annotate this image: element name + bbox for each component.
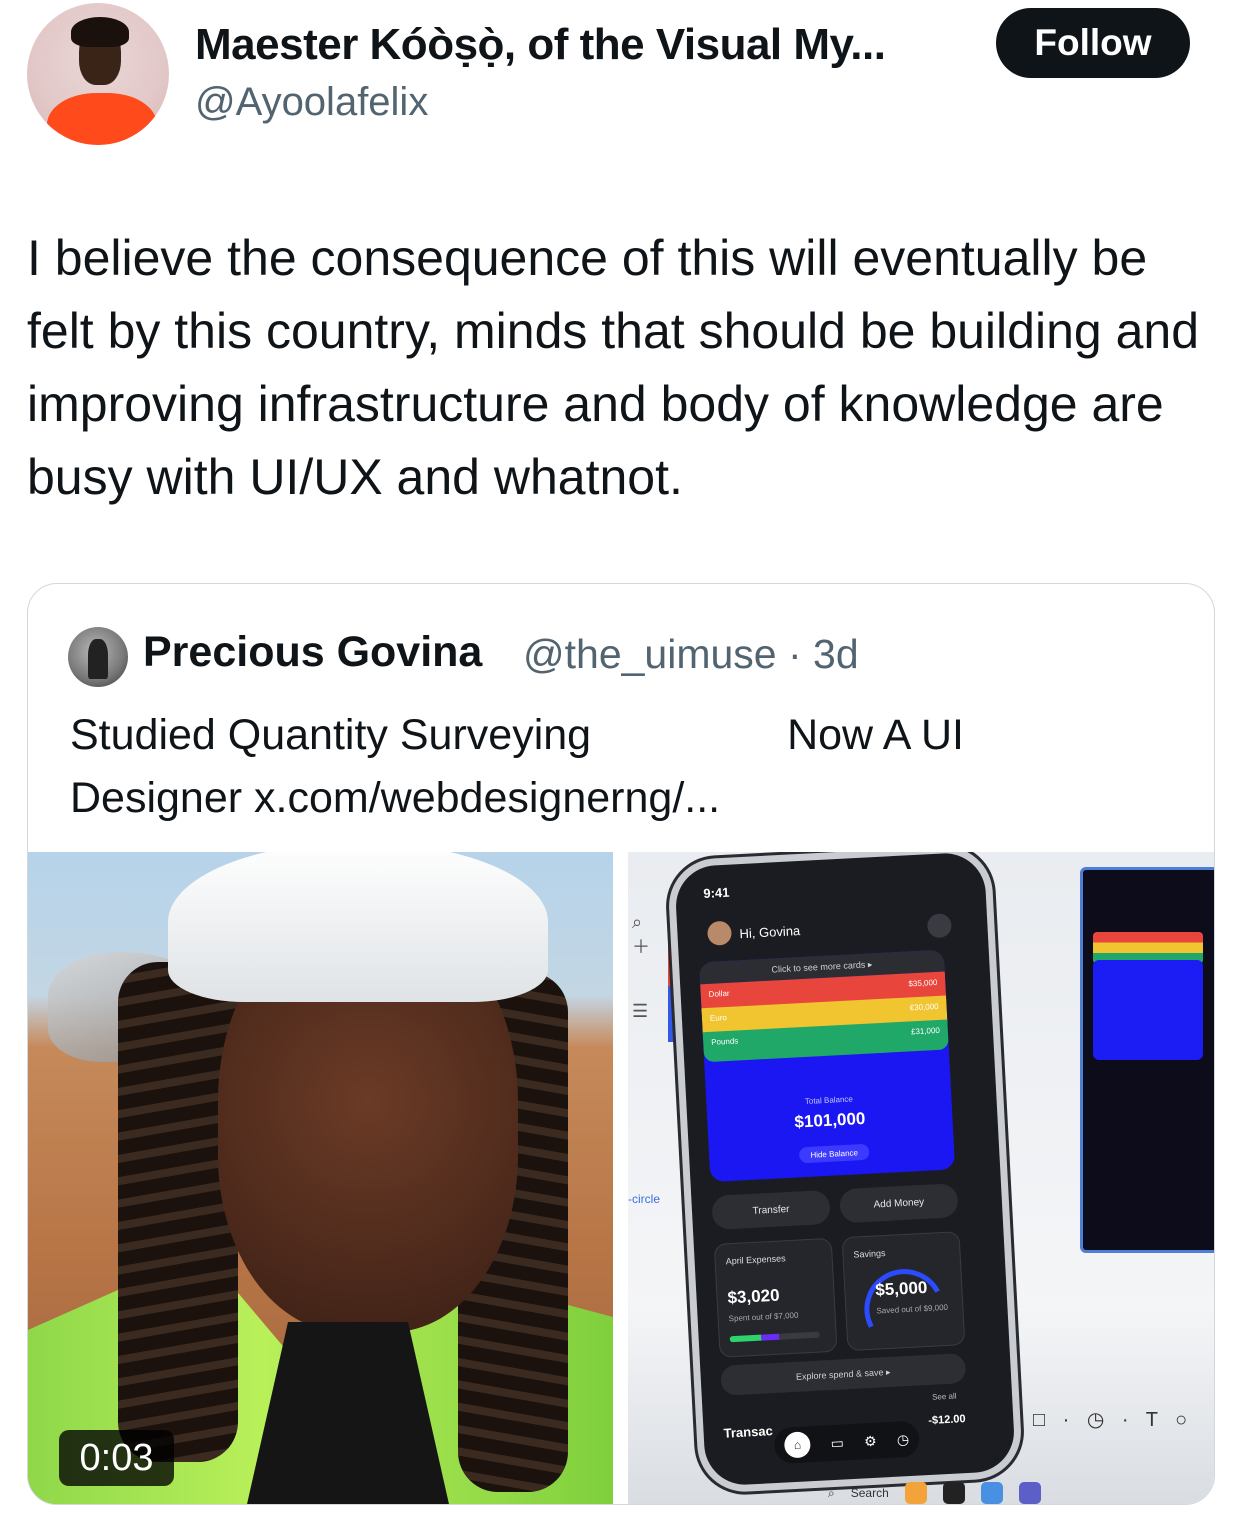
clock-icon: ◷ [896,1430,910,1448]
add-money-pill: Add Money [839,1183,959,1224]
savings-box: Savings $5,000 Saved out of $9,000 [841,1231,966,1360]
search-icon: ⌕ [828,1485,835,1500]
home-icon: ⌂ [783,1431,812,1459]
card-icon: ▭ [830,1433,845,1451]
author-handle[interactable]: @Ayoolafelix [195,80,428,125]
avatar-shirt [47,93,157,145]
side-frame-preview [1080,867,1214,1253]
folder-icon [904,1482,927,1504]
bell-icon [926,913,953,939]
phone-time: 9:41 [702,884,730,902]
canvas-circle-label: -circle [628,1192,660,1206]
phone-greeting: Hi, Govina [739,923,801,942]
video-duration-badge: 0:03 [59,1430,174,1486]
gear-icon: ⚙ [863,1432,878,1449]
quoted-tweet-text: Studied Quantity Surveying Now A UI Desig… [70,704,1070,830]
canvas-toolbar: □ · ◷ · T ○ [1033,1409,1194,1431]
app-icon [942,1482,965,1504]
hard-hat-shape [168,852,548,1002]
phone-bottom-nav: ⌂ ▭ ⚙ ◷ [773,1420,921,1465]
quoted-text-part-b: Now A UI [787,711,964,759]
see-all-text: See all [931,1391,957,1402]
author-display-name[interactable]: Maester Kóòṣọ̀, of the Visual My... [195,20,886,70]
quoted-text-line2[interactable]: Designer x.com/webdesignerng/... [70,767,1070,830]
taskbar-search-label: Search [850,1486,889,1500]
avatar-hair [71,17,129,47]
teams-icon [1018,1482,1041,1504]
phone-avatar [706,920,733,946]
author-avatar[interactable] [27,3,169,145]
tweet-text: I believe the consequence of this will e… [27,230,1199,505]
quoted-text-part-a: Studied Quantity Surveying [70,711,592,759]
quoted-tweet-card[interactable]: Precious Govina @the_uimuse · 3d Studied… [27,583,1215,1505]
phone-mockup: 9:41 Hi, Govina Click to see more cards … [666,852,1024,1495]
video-thumbnail-selfie[interactable]: 0:03 [28,852,613,1504]
follow-button[interactable]: Follow [996,8,1190,78]
transaction-amount: -$12.00 [927,1413,966,1427]
hide-balance-pill: Hide Balance [798,1143,870,1164]
quoted-media[interactable]: 0:03 ⌕ ＋ ☰ -circle 9:41 Hi, Govina Click t… [28,852,1214,1504]
transactions-label: Transac [723,1423,774,1441]
total-balance-value: $101,000 [794,1108,866,1132]
explore-pill: Explore spend & save ▸ [720,1352,967,1396]
quoted-author-avatar[interactable] [68,627,128,687]
canvas-tool-icons: ⌕ ＋ ☰ [632,912,650,1021]
transfer-pill: Transfer [711,1189,831,1230]
expenses-box: April Expenses $3,020 Spent out of $7,00… [713,1237,838,1358]
design-screen-photo[interactable]: ⌕ ＋ ☰ -circle 9:41 Hi, Govina Click to see… [628,852,1214,1504]
quoted-author-name[interactable]: Precious Govina [143,628,482,677]
quoted-author-handle-time[interactable]: @the_uimuse · 3d [523,631,859,678]
balance-card: Click to see more cards ▸ Dollar $35,000 … [698,949,956,1183]
browser-icon [980,1482,1003,1504]
os-taskbar: ⌕ Search [828,1482,1208,1504]
